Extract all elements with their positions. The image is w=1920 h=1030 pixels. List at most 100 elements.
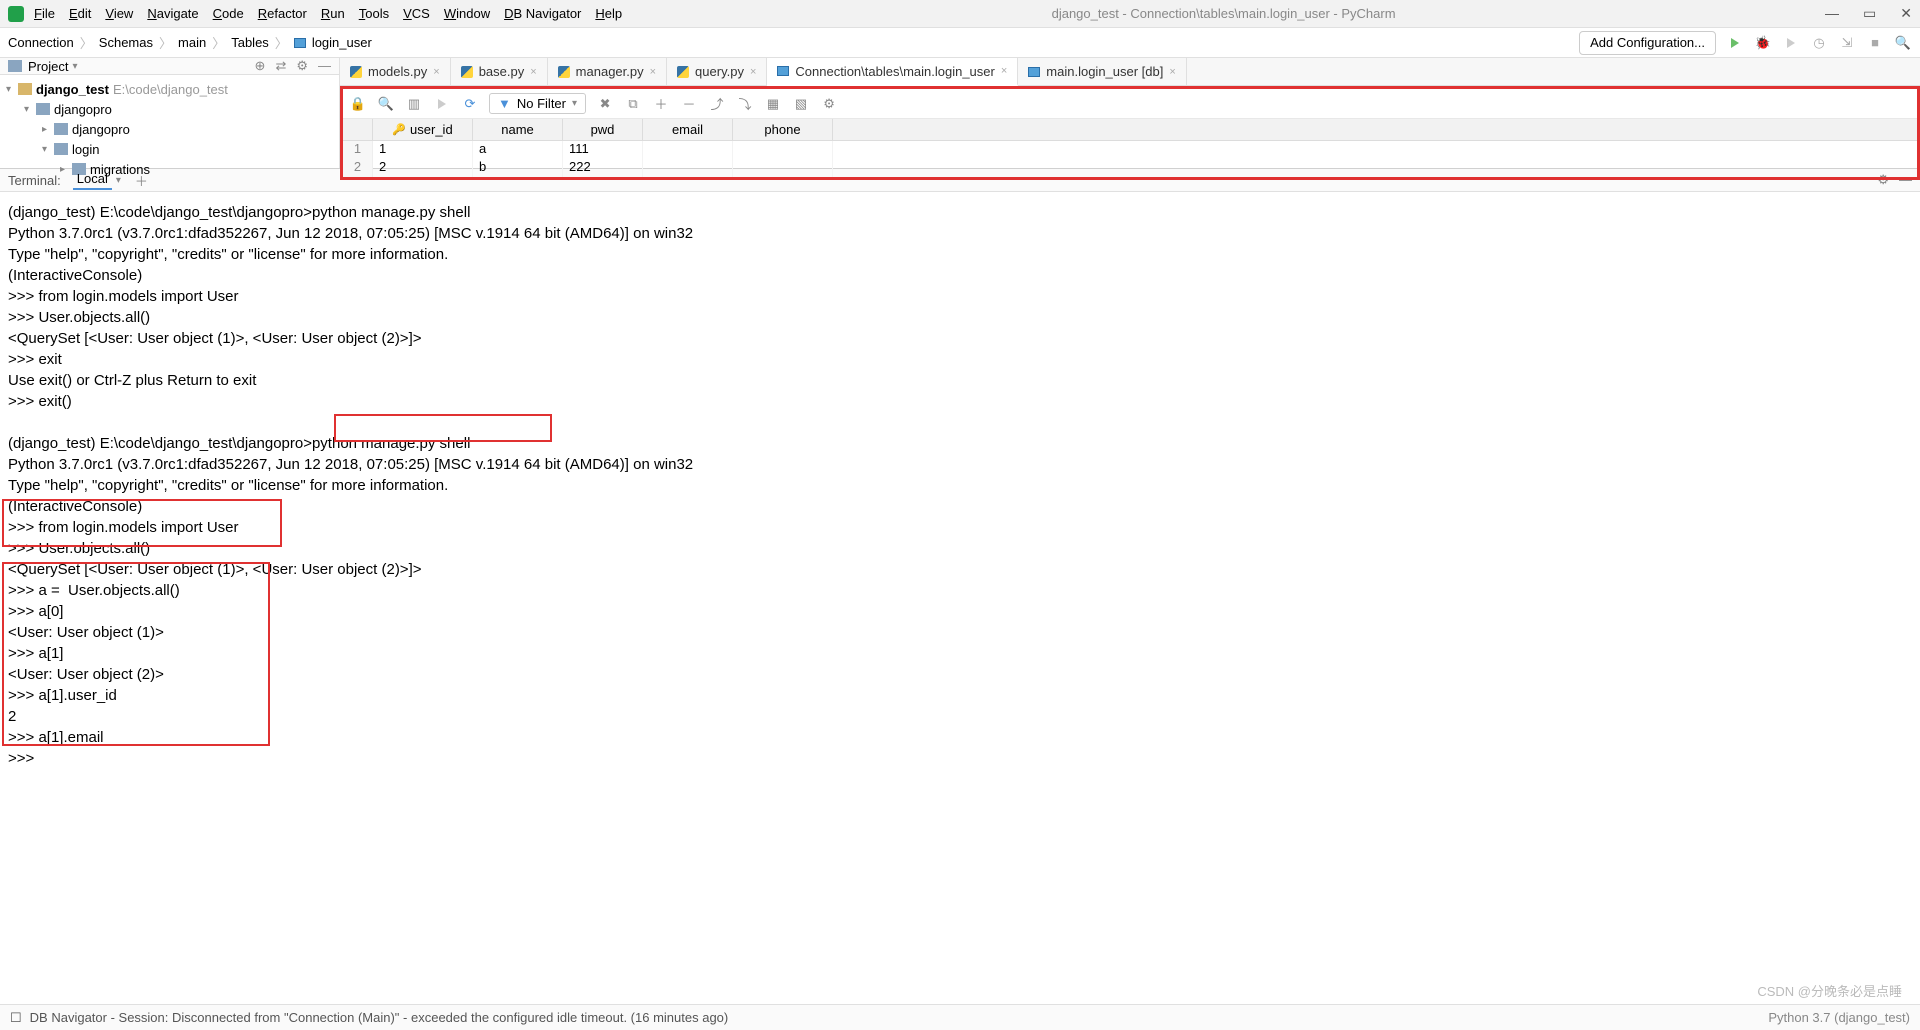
python-icon xyxy=(461,66,473,78)
tab-models-py[interactable]: models.py× xyxy=(340,58,451,85)
refresh-icon[interactable]: ⟳ xyxy=(461,95,479,113)
close-tab-icon[interactable]: × xyxy=(1001,65,1007,77)
import-icon[interactable]: ▧ xyxy=(792,95,810,113)
menu-edit[interactable]: Edit xyxy=(69,6,91,21)
menu-db-navigator[interactable]: DB Navigator xyxy=(504,6,581,21)
status-message: DB Navigator - Session: Disconnected fro… xyxy=(30,1010,729,1025)
menu-run[interactable]: Run xyxy=(321,6,345,21)
fetch-icon[interactable]: ▥ xyxy=(405,95,423,113)
pycharm-logo-icon xyxy=(8,6,24,22)
project-tree[interactable]: ▾django_testE:\code\django_test▾djangopr… xyxy=(0,75,339,183)
breadcrumb-schemas[interactable]: Schemas xyxy=(99,35,153,50)
tree-item-django_test[interactable]: ▾django_testE:\code\django_test xyxy=(6,79,333,99)
table-icon xyxy=(294,38,306,48)
menu-file[interactable]: File xyxy=(34,6,55,21)
column-user_id[interactable]: 🔑user_id xyxy=(373,119,473,140)
maximize-icon[interactable]: ▭ xyxy=(1863,5,1876,22)
close-tab-icon[interactable]: × xyxy=(650,66,656,78)
tab-base-py[interactable]: base.py× xyxy=(451,58,548,85)
terminal-tab-local[interactable]: Local xyxy=(73,171,112,190)
breadcrumb-tables[interactable]: Tables xyxy=(231,35,269,50)
menu-navigate[interactable]: Navigate xyxy=(147,6,198,21)
filter-clear-icon[interactable]: ✖ xyxy=(596,95,614,113)
add-configuration-button[interactable]: Add Configuration... xyxy=(1579,31,1716,55)
export-icon[interactable]: ▦ xyxy=(764,95,782,113)
menu-window[interactable]: Window xyxy=(444,6,490,21)
remove-row-icon[interactable]: － xyxy=(680,95,698,113)
menu-tools[interactable]: Tools xyxy=(359,6,389,21)
profile-icon[interactable]: ◷ xyxy=(1810,34,1828,52)
window-title: django_test - Connection\tables\main.log… xyxy=(622,6,1825,21)
funnel-icon: ▼ xyxy=(498,96,511,111)
table-row[interactable]: 22b222 xyxy=(343,159,1917,177)
close-tab-icon[interactable]: × xyxy=(1169,66,1175,78)
editor-tabs: models.py×base.py×manager.py×query.py×Co… xyxy=(340,58,1920,86)
terminal-label: Terminal: xyxy=(8,173,61,188)
filter-dropdown[interactable]: ▼ No Filter ▾ xyxy=(489,93,586,114)
breadcrumb[interactable]: Connection〉Schemas〉main〉Tables〉login_use… xyxy=(8,33,372,52)
breadcrumb-connection[interactable]: Connection xyxy=(8,35,74,50)
column-email[interactable]: email xyxy=(643,119,733,140)
key-icon: 🔑 xyxy=(392,123,406,136)
result-grid[interactable]: 🔑user_idnamepwdemailphone 11a11122b222 xyxy=(343,119,1917,177)
minimize-icon[interactable]: — xyxy=(1825,5,1839,22)
commit-icon[interactable]: ⤴ xyxy=(708,95,726,113)
folder-icon xyxy=(18,83,32,95)
rollback-icon[interactable]: ⤵ xyxy=(736,95,754,113)
breadcrumb-login_user[interactable]: login_user xyxy=(312,35,372,50)
zoom-icon[interactable]: 🔍 xyxy=(377,95,395,113)
tree-item-login[interactable]: ▾login xyxy=(6,139,333,159)
search-everywhere-icon[interactable]: 🔍 xyxy=(1894,34,1912,52)
menu-refactor[interactable]: Refactor xyxy=(258,6,307,21)
tab-query-py[interactable]: query.py× xyxy=(667,58,767,85)
folder-icon xyxy=(8,60,22,72)
editor-area: models.py×base.py×manager.py×query.py×Co… xyxy=(340,58,1920,168)
menu-vcs[interactable]: VCS xyxy=(403,6,430,21)
add-row-icon[interactable]: ＋ xyxy=(652,95,670,113)
copy-icon[interactable]: ⧉ xyxy=(624,95,642,113)
navigation-bar: Connection〉Schemas〉main〉Tables〉login_use… xyxy=(0,28,1920,58)
attach-icon[interactable]: ⇲ xyxy=(1838,34,1856,52)
close-icon[interactable]: ✕ xyxy=(1900,5,1912,22)
breadcrumb-main[interactable]: main xyxy=(178,35,206,50)
tree-item-djangopro[interactable]: ▾djangopro xyxy=(6,99,333,119)
terminal-output[interactable]: (django_test) E:\code\django_test\django… xyxy=(0,192,1920,790)
python-icon xyxy=(558,66,570,78)
project-dropdown[interactable]: Project xyxy=(28,59,68,74)
project-tool-window: Project ▾ ⊕ ⇄ ⚙ — ▾django_testE:\code\dj… xyxy=(0,58,340,168)
tab-manager-py[interactable]: manager.py× xyxy=(548,58,667,85)
settings-icon[interactable]: ⚙ xyxy=(820,95,838,113)
menu-code[interactable]: Code xyxy=(213,6,244,21)
column-pwd[interactable]: pwd xyxy=(563,119,643,140)
tab-connection-tables-main-login_user[interactable]: Connection\tables\main.login_user× xyxy=(767,58,1018,86)
tree-item-djangopro[interactable]: ▸djangopro xyxy=(6,119,333,139)
settings-icon[interactable]: ⚙ xyxy=(296,58,308,74)
stop-icon[interactable]: ■ xyxy=(1866,34,1884,52)
run-with-coverage-icon[interactable] xyxy=(1782,34,1800,52)
chevron-down-icon[interactable]: ▾ xyxy=(116,175,121,186)
folder-icon xyxy=(36,103,50,115)
expand-all-icon[interactable]: ⇄ xyxy=(275,58,286,74)
new-terminal-icon[interactable]: ＋ xyxy=(135,171,148,190)
column-phone[interactable]: phone xyxy=(733,119,833,140)
menu-help[interactable]: Help xyxy=(595,6,622,21)
db-toolbar: 🔒 🔍 ▥ ⟳ ▼ No Filter ▾ ✖ ⧉ ＋ － ⤴ ⤵ xyxy=(343,89,1917,119)
run-icon[interactable] xyxy=(433,95,451,113)
menu-items: File Edit View Navigate Code Refactor Run Tools… xyxy=(34,6,622,21)
tab-main-login_user [db][interactable]: main.login_user [db]× xyxy=(1018,58,1187,85)
close-tab-icon[interactable]: × xyxy=(530,66,536,78)
chevron-down-icon: ▾ xyxy=(572,98,577,109)
run-icon[interactable] xyxy=(1726,34,1744,52)
status-icon: ☐ xyxy=(10,1010,22,1026)
db-result-panel: Auto-Commit OFF - not connected 🔒 🔍 ▥ ⟳ … xyxy=(340,86,1920,180)
menu-view[interactable]: View xyxy=(105,6,133,21)
table-row[interactable]: 11a111 xyxy=(343,141,1917,159)
debug-icon[interactable]: 🐞 xyxy=(1754,34,1772,52)
close-tab-icon[interactable]: × xyxy=(750,66,756,78)
column-name[interactable]: name xyxy=(473,119,563,140)
python-interpreter[interactable]: Python 3.7 (django_test) xyxy=(1768,1010,1910,1025)
close-tab-icon[interactable]: × xyxy=(433,66,439,78)
hide-icon[interactable]: — xyxy=(318,58,331,74)
lock-icon[interactable]: 🔒 xyxy=(349,95,367,113)
select-opened-file-icon[interactable]: ⊕ xyxy=(255,58,266,74)
